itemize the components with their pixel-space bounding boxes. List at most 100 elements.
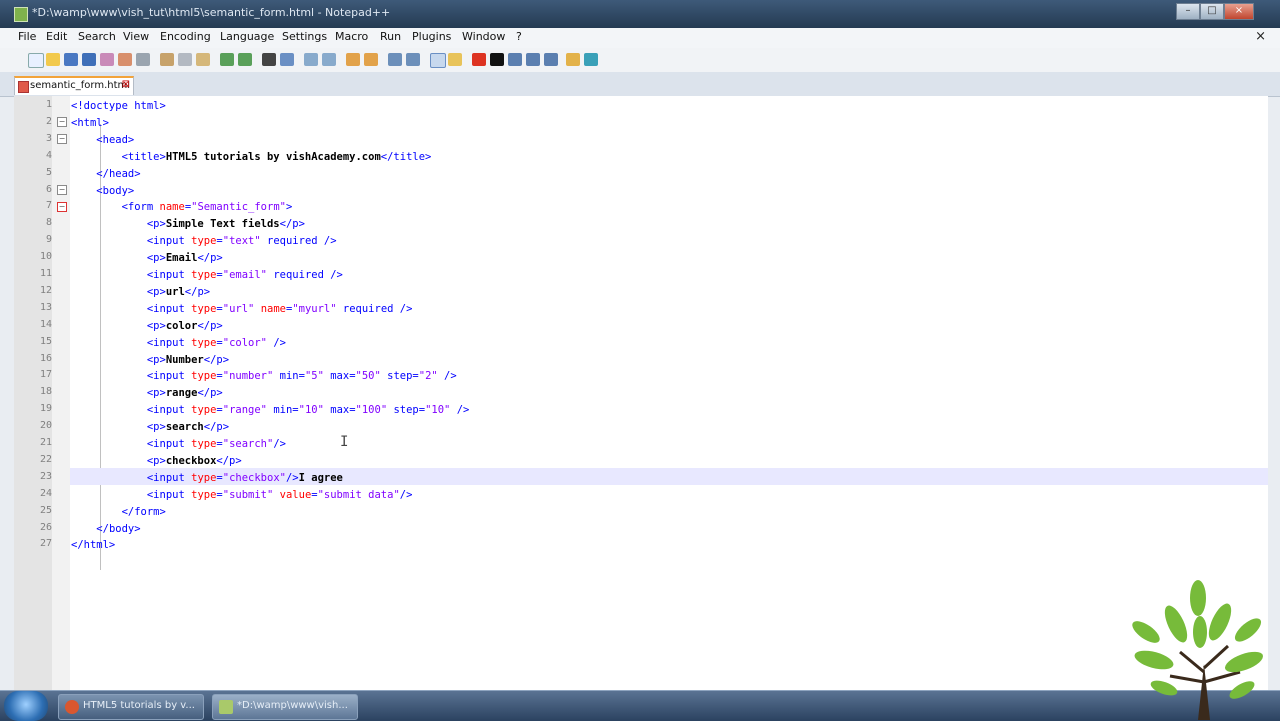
line-number: 1: [45, 99, 52, 110]
menu-search[interactable]: Search: [78, 30, 116, 43]
code-line[interactable]: <input type="search"/>: [71, 436, 286, 453]
menu-bar: File Edit Search View Encoding Language …: [0, 28, 1280, 49]
zoom-out-icon[interactable]: [322, 53, 336, 66]
code-line[interactable]: </body>: [71, 521, 140, 538]
indent-guide-icon[interactable]: [406, 53, 420, 66]
menu-file[interactable]: File: [18, 30, 36, 43]
sync-scroll-icon[interactable]: [346, 53, 360, 66]
new-file-icon[interactable]: [28, 53, 44, 68]
menu-view[interactable]: View: [123, 30, 149, 43]
menu-settings[interactable]: Settings: [282, 30, 327, 43]
zoom-in-icon[interactable]: [304, 53, 318, 66]
code-line[interactable]: <p>Number</p>: [71, 352, 229, 369]
menu-plugins[interactable]: Plugins: [412, 30, 451, 43]
code-token: min=: [273, 370, 305, 383]
menu-run[interactable]: Run: [380, 30, 401, 43]
code-line[interactable]: <p>url</p>: [71, 284, 210, 301]
menu-language[interactable]: Language: [220, 30, 274, 43]
fold-toggle-icon[interactable]: −: [57, 134, 67, 144]
code-line[interactable]: <input type="color" />: [71, 335, 286, 352]
tab-semantic-form[interactable]: semantic_form.html ⊠: [14, 76, 134, 95]
code-line[interactable]: <!doctype html>: [71, 98, 166, 115]
code-line[interactable]: <html>: [71, 115, 109, 132]
code-line[interactable]: <input type="checkbox"/>I agree: [71, 470, 343, 487]
menu-window[interactable]: Window: [462, 30, 505, 43]
undo-icon[interactable]: [220, 53, 234, 66]
menu-encoding[interactable]: Encoding: [160, 30, 211, 43]
code-line[interactable]: <p>Simple Text fields</p>: [71, 216, 305, 233]
code-line[interactable]: <input type="url" name="myurl" required …: [71, 301, 413, 318]
code-line[interactable]: <p>color</p>: [71, 318, 223, 335]
code-line[interactable]: <input type="range" min="10" max="100" s…: [71, 402, 469, 419]
window-title: *D:\wamp\www\vish_tut\html5\semantic_for…: [32, 6, 391, 19]
code-token: <head>: [96, 133, 135, 146]
fold-toggle-icon[interactable]: −: [57, 202, 67, 212]
code-token: <input: [146, 235, 192, 248]
show-all-chars-icon[interactable]: [388, 53, 402, 66]
copy-icon[interactable]: [178, 53, 192, 66]
launch-browser-icon[interactable]: [566, 53, 580, 66]
stop-macro-icon[interactable]: [490, 53, 504, 66]
menu-edit[interactable]: Edit: [46, 30, 67, 43]
play-macro-icon[interactable]: [508, 53, 522, 66]
close-document-icon[interactable]: ×: [1255, 29, 1266, 44]
word-wrap-icon[interactable]: [364, 53, 378, 66]
record-macro-icon[interactable]: [472, 53, 486, 66]
code-line[interactable]: </head>: [71, 166, 140, 183]
code-token: </p>: [279, 218, 305, 231]
code-line[interactable]: </html>: [71, 537, 115, 554]
paste-icon[interactable]: [196, 53, 210, 66]
user-language-icon[interactable]: [430, 53, 446, 68]
doc-map-icon[interactable]: [448, 53, 462, 66]
replace-icon[interactable]: [280, 53, 294, 66]
code-line[interactable]: <head>: [71, 132, 134, 149]
run-macro-multiple-icon[interactable]: [526, 53, 540, 66]
taskbar-item-browser[interactable]: HTML5 tutorials by v...: [58, 694, 204, 720]
code-line[interactable]: </form>: [71, 504, 166, 521]
menu-help[interactable]: ?: [516, 30, 522, 43]
code-line[interactable]: <input type="text" required />: [71, 233, 337, 250]
menu-macro[interactable]: Macro: [335, 30, 368, 43]
taskbar-item-notepad[interactable]: *D:\wamp\www\vish...: [212, 694, 358, 720]
print-icon[interactable]: [136, 53, 150, 66]
close-window-button[interactable]: ×: [1224, 3, 1254, 20]
code-line[interactable]: <input type="number" min="5" max="50" st…: [71, 368, 457, 385]
code-line[interactable]: <p>range</p>: [71, 385, 223, 402]
code-line[interactable]: <body>: [71, 183, 134, 200]
code-line[interactable]: <p>search</p>: [71, 419, 229, 436]
close-all-icon[interactable]: [118, 53, 132, 66]
code-token: <html>: [71, 116, 109, 129]
tab-close-icon[interactable]: ⊠: [122, 79, 130, 90]
code-line[interactable]: <title>HTML5 tutorials by vishAcademy.co…: [71, 149, 432, 166]
start-button[interactable]: [4, 691, 48, 721]
redo-icon[interactable]: [238, 53, 252, 66]
save-icon[interactable]: [64, 53, 78, 66]
spell-check-icon[interactable]: [584, 53, 598, 66]
code-line[interactable]: <form name="Semantic_form">: [71, 199, 293, 216]
code-line[interactable]: <p>checkbox</p>: [71, 453, 242, 470]
code-line[interactable]: <input type="submit" value="submit data"…: [71, 487, 413, 504]
save-all-icon[interactable]: [82, 53, 96, 66]
line-number: 11: [39, 268, 52, 279]
code-editor[interactable]: 1 2 3 4 5 6 7 8 9 10 11 12 13 14 15 16 17 18 19 20 21 22 23 24 2…: [14, 96, 1268, 690]
code-line[interactable]: <p>Email</p>: [71, 250, 223, 267]
save-macro-icon[interactable]: [544, 53, 558, 66]
close-file-icon[interactable]: [100, 53, 114, 66]
cut-icon[interactable]: [160, 53, 174, 66]
open-file-icon[interactable]: [46, 53, 60, 66]
fold-toggle-icon[interactable]: −: [57, 117, 67, 127]
find-icon[interactable]: [262, 53, 276, 66]
fold-toggle-icon[interactable]: −: [57, 185, 67, 195]
maximize-button[interactable]: □: [1200, 3, 1224, 20]
code-line[interactable]: <input type="email" required />: [71, 267, 343, 284]
code-token: "text": [222, 235, 261, 248]
minimize-button[interactable]: –: [1176, 3, 1200, 20]
notepad-plus-plus-icon: [219, 700, 233, 714]
